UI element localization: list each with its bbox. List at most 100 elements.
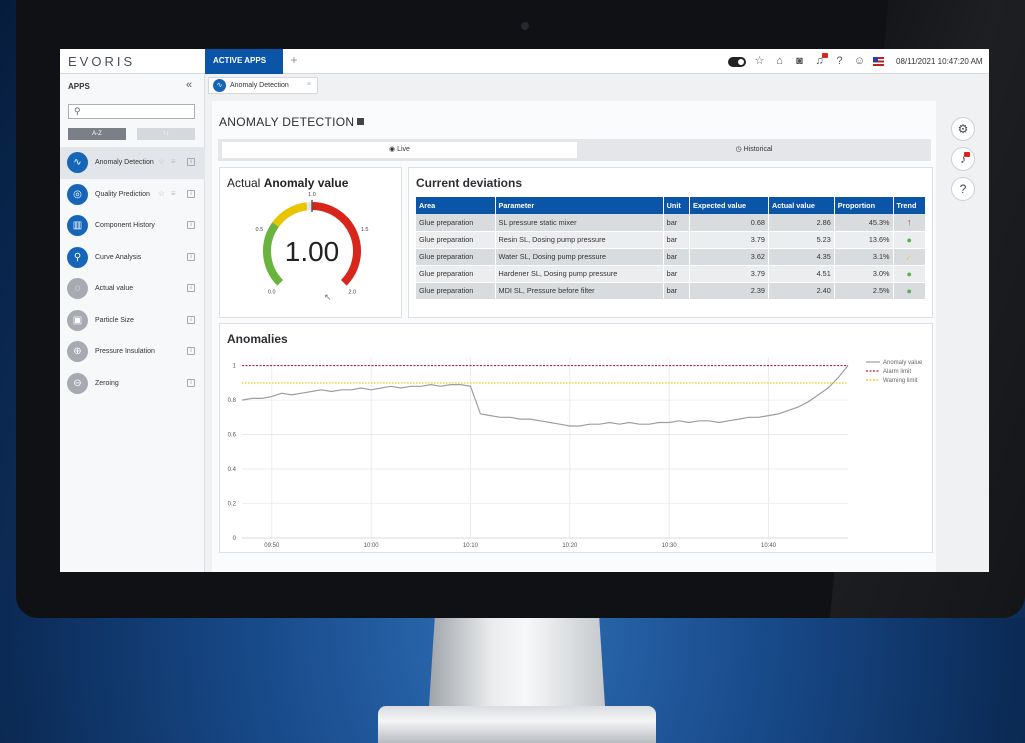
gauge-tick-label: 1.5 (361, 227, 369, 233)
content-panel: ANOMALY DETECTION ◉ Live ◷ Historical Ac… (212, 101, 936, 572)
flag-icon[interactable] (873, 57, 884, 66)
side-toolbar: ⚙ ♪ ? (951, 117, 979, 207)
cell-parameter: SL pressure static mixer (495, 214, 664, 232)
tab-historical[interactable]: ◷ Historical (580, 142, 928, 158)
user-icon[interactable]: ☺ (853, 55, 866, 68)
search-input[interactable]: ⚲ (68, 104, 195, 119)
collapse-icon[interactable]: « (186, 79, 192, 91)
cell-proportion: 3.1% (834, 248, 894, 266)
table-row[interactable]: Glue preparation Water SL, Dosing pump pr… (416, 248, 927, 266)
cell-proportion: 3.0% (834, 265, 894, 283)
sidebar-item-pressure-insulation[interactable]: ⊕ Pressure Insulation i (60, 336, 205, 368)
gauge-title-bold: Anomaly value (263, 176, 349, 190)
trend-stable-icon: ● (906, 285, 912, 296)
help-icon[interactable]: ? (833, 55, 846, 68)
pin-icon[interactable]: ☆ (158, 157, 165, 166)
sort-order-button[interactable]: ↑↓ (137, 128, 195, 140)
cell-unit: bar (663, 248, 690, 266)
notification-icon[interactable]: ♫ (813, 53, 828, 68)
cell-trend: ● (893, 231, 927, 249)
sidebar-item-actual-value[interactable]: ◌ Actual value i (60, 273, 205, 305)
y-tick-label: 1 (233, 364, 237, 370)
column-header[interactable]: Area (416, 197, 496, 214)
menu-icon[interactable]: ≡ (171, 189, 176, 198)
info-icon[interactable]: i (187, 221, 195, 229)
column-header[interactable]: Expected value (689, 197, 769, 214)
camera-icon[interactable]: ◙ (793, 55, 806, 68)
actual-value-icon: ◌ (67, 278, 88, 300)
zeroing-icon: ⊖ (67, 372, 88, 394)
toggle-icon[interactable] (728, 56, 746, 67)
sidebar-item-zeroing[interactable]: ⊖ Zeroing i (60, 368, 205, 400)
table-row[interactable]: Glue preparation Hardener SL, Dosing pump… (416, 265, 927, 283)
anomaly-gauge: 0.0 0.5 1.0 1.5 2.0 1.00 ↖ (256, 192, 369, 302)
curve-analysis-icon: ⚲ (67, 246, 88, 268)
info-icon[interactable]: i (187, 315, 195, 324)
sidebar-item-label: Pressure Insulation (95, 348, 155, 356)
x-tick-label: 09:50 (264, 543, 280, 549)
sort-az-button[interactable]: A-Z (68, 128, 126, 140)
sidebar-item-label: Anomaly Detection (95, 159, 154, 167)
column-header[interactable]: Parameter (495, 197, 664, 214)
search-icon: ⚲ (74, 106, 81, 116)
star-icon[interactable]: ☆ (753, 55, 766, 68)
gauge-tick-label: 0.5 (256, 227, 264, 233)
gauge-value: 1.00 (285, 236, 340, 267)
cell-expected: 2.39 (689, 282, 769, 300)
top-bar: EVORIS ACTIVE APPS + ☆ ⌂ ◙ ♫ ? ☺ 08/11/2… (60, 49, 989, 74)
tab-live[interactable]: ◉ Live (222, 142, 577, 158)
trend-stable-icon: ● (906, 234, 912, 245)
active-apps-tab[interactable]: ACTIVE APPS (205, 49, 283, 74)
component-history-icon: ▥ (67, 215, 88, 237)
gauge-tick-label: 1.0 (308, 192, 316, 198)
x-tick-label: 10:00 (364, 543, 380, 549)
table-row[interactable]: Glue preparation Resin SL, Dosing pump pr… (416, 231, 927, 249)
help-icon[interactable]: ? (951, 177, 975, 201)
cell-actual: 5.23 (768, 231, 835, 249)
cell-area: Glue preparation (416, 214, 496, 232)
sidebar-item-particle-size[interactable]: ▣ Particle Size i (60, 305, 205, 337)
live-icon: ◉ (389, 146, 396, 153)
anomaly-gauge-card: Actual Anomaly value 0.0 0.5 1.0 1.5 2.0 1.00… (219, 167, 402, 318)
info-icon[interactable]: i (187, 347, 195, 355)
sidebar-item-anomaly-detection[interactable]: ∿ Anomaly Detection ☆ ≡ i (60, 147, 205, 179)
y-tick-label: 0.2 (228, 502, 237, 508)
apps-sidebar: APPS « ⚲ A-Z ↑↓ ∿ Anomaly Detection ☆ ≡ i ◎ Qu… (60, 74, 205, 572)
table-row[interactable]: Glue preparation MDI SL, Pressure before … (416, 282, 927, 300)
info-icon[interactable]: i (187, 378, 195, 387)
cell-actual: 2.40 (768, 282, 835, 300)
sidebar-item-label: Quality Prediction (95, 190, 150, 198)
sidebar-item-label: Particle Size (95, 316, 134, 324)
settings-icon[interactable]: ⚙ (951, 117, 975, 141)
info-icon[interactable]: i (187, 252, 195, 261)
table-row[interactable]: Glue preparation SL pressure static mixer… (416, 214, 927, 232)
brand-logo: EVORIS (68, 54, 136, 69)
tab-anomaly-detection[interactable]: ∿ Anomaly Detection × (208, 77, 318, 94)
sidebar-title: APPS (68, 82, 90, 91)
home-icon[interactable]: ⌂ (773, 55, 786, 68)
sidebar-item-component-history[interactable]: ▥ Component History i (60, 210, 205, 242)
info-icon[interactable]: i (187, 284, 195, 292)
anomaly-icon: ∿ (213, 79, 226, 92)
deviations-table: Area Parameter Unit Expected value Actual va… (416, 197, 927, 300)
column-header[interactable]: Actual value (768, 197, 835, 214)
trend-up-icon: ↑ (907, 217, 912, 228)
pin-icon[interactable]: ☆ (158, 189, 165, 198)
info-icon[interactable] (357, 118, 365, 125)
add-tab-button[interactable]: + (286, 53, 302, 67)
info-icon[interactable]: i (187, 189, 195, 198)
close-icon[interactable]: × (307, 81, 311, 88)
mouse-cursor-icon: ↖ (324, 292, 332, 302)
sidebar-item-label: Actual value (95, 285, 134, 293)
column-header[interactable]: Trend (893, 197, 927, 214)
column-header[interactable]: Proportion (834, 197, 894, 214)
menu-icon[interactable]: ≡ (171, 157, 176, 166)
page-title: ANOMALY DETECTION (219, 115, 365, 129)
alarm-bell-icon[interactable]: ♪ (951, 147, 975, 171)
sidebar-item-curve-analysis[interactable]: ⚲ Curve Analysis i (60, 242, 205, 274)
mode-switch: ◉ Live ◷ Historical (218, 139, 931, 161)
sidebar-item-quality-prediction[interactable]: ◎ Quality Prediction ☆ ≡ i (60, 179, 205, 211)
info-icon[interactable]: i (187, 158, 195, 166)
column-header[interactable]: Unit (663, 197, 690, 214)
clock-icon: ◷ (735, 146, 742, 153)
